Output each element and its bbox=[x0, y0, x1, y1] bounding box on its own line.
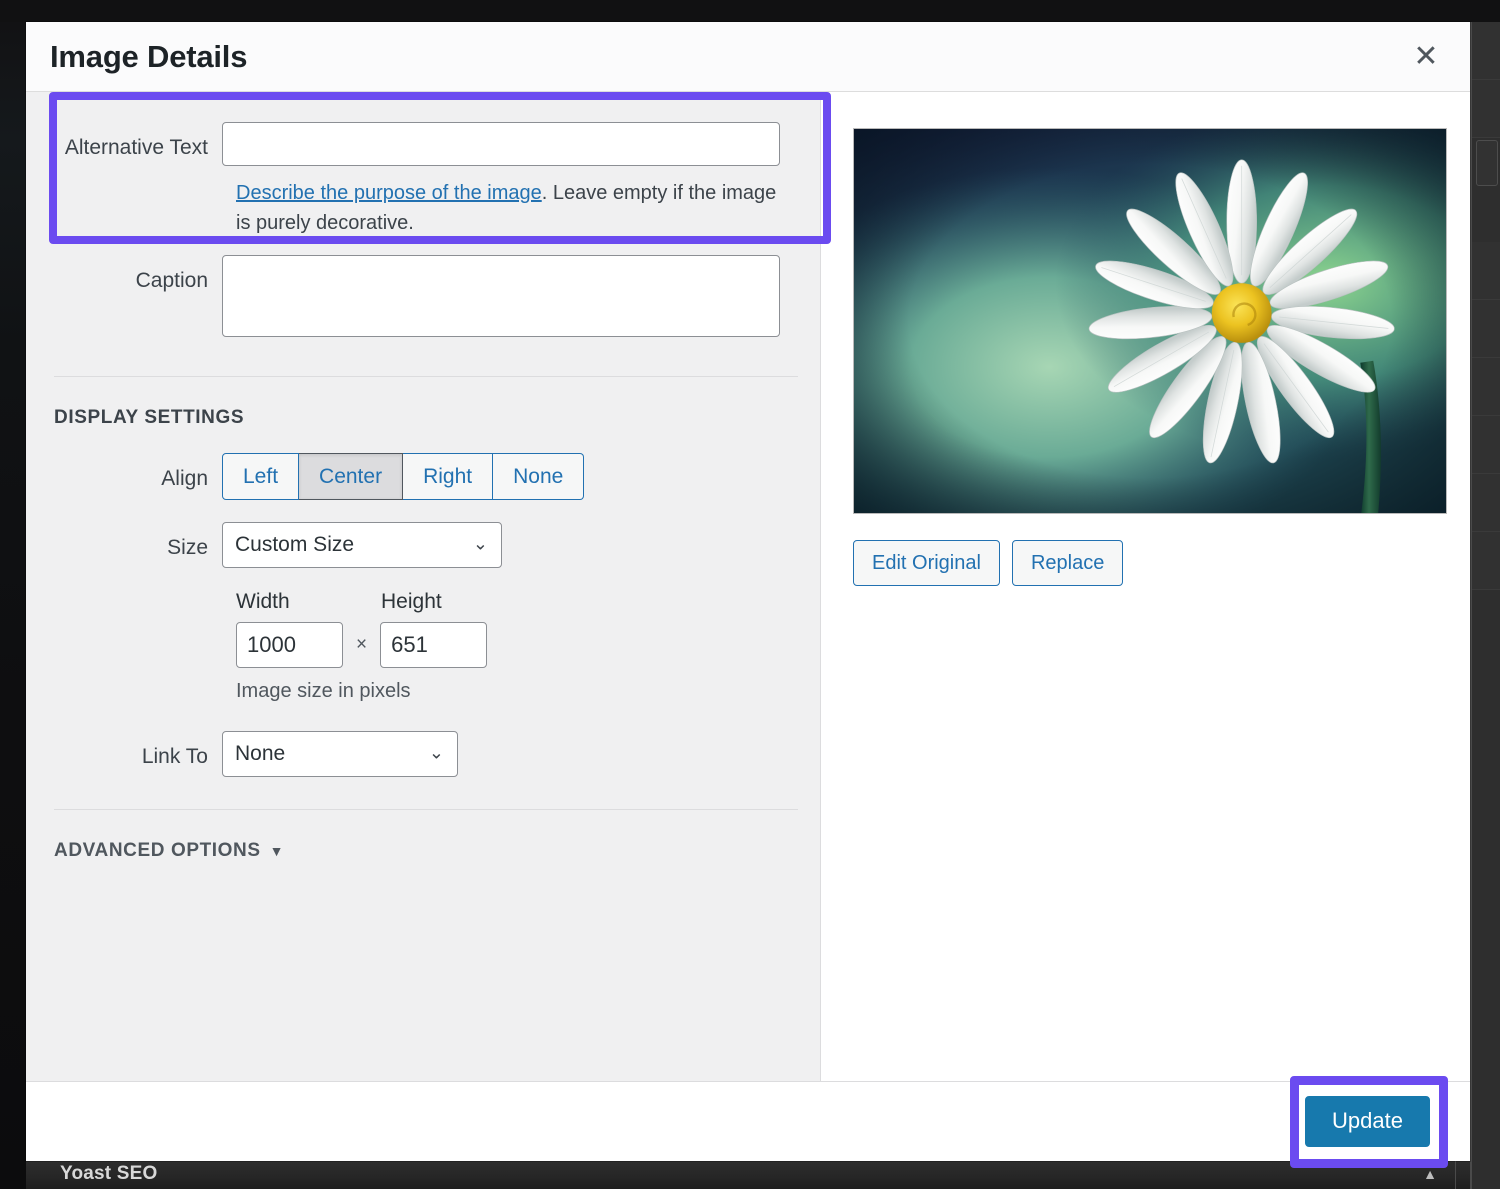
divider bbox=[54, 376, 798, 377]
edit-original-button[interactable]: Edit Original bbox=[853, 540, 1000, 586]
width-label: Width bbox=[236, 590, 381, 614]
dimensions-block: Width Height × Image size in pixels bbox=[222, 590, 820, 703]
caption-label: Caption bbox=[26, 255, 222, 294]
size-select-wrapper: Custom Size ⌄ bbox=[222, 522, 502, 568]
close-icon[interactable]: ✕ bbox=[1404, 35, 1448, 79]
backdrop-row bbox=[1472, 532, 1500, 590]
backdrop-row bbox=[1472, 358, 1500, 416]
modal-header: Image Details ✕ bbox=[26, 22, 1470, 92]
fields-group: Alternative Text Describe the purpose of… bbox=[26, 92, 820, 862]
media-pane: Edit Original Replace bbox=[821, 92, 1470, 1081]
yoast-seo-panel-title: Yoast SEO bbox=[60, 1163, 158, 1185]
alt-text-label: Alternative Text bbox=[26, 122, 222, 161]
align-option-none[interactable]: None bbox=[493, 453, 584, 500]
backdrop-row bbox=[1472, 300, 1500, 358]
page-title: Image Details bbox=[50, 39, 247, 75]
alt-text-control bbox=[222, 122, 780, 166]
backdrop-row bbox=[1472, 242, 1500, 300]
divider bbox=[1455, 1158, 1456, 1189]
advanced-options-toggle[interactable]: ADVANCED OPTIONS ▼ bbox=[54, 840, 284, 862]
size-label: Size bbox=[26, 522, 222, 561]
caption-control bbox=[222, 255, 780, 342]
daisy-center bbox=[1212, 283, 1272, 343]
size-hint-text: Image size in pixels bbox=[236, 680, 820, 703]
display-settings-rows: Align Left Center Right None Size bbox=[26, 453, 820, 777]
height-input[interactable] bbox=[380, 622, 487, 668]
align-label: Align bbox=[26, 453, 222, 492]
admin-right-column-dimmed bbox=[1470, 22, 1500, 1189]
panel-toggle-icon[interactable]: ▲ bbox=[1423, 1166, 1437, 1182]
backdrop-row bbox=[1472, 416, 1500, 474]
align-button-group: Left Center Right None bbox=[222, 453, 584, 500]
yoast-seo-panel-header[interactable]: Yoast SEO ▲ bbox=[26, 1157, 1470, 1189]
align-row: Align Left Center Right None bbox=[26, 453, 820, 500]
size-select[interactable]: Custom Size bbox=[222, 522, 502, 568]
display-settings-heading: DISPLAY SETTINGS bbox=[54, 407, 820, 429]
link-to-select-wrapper: None ⌄ bbox=[222, 731, 458, 777]
caption-textarea[interactable] bbox=[222, 255, 780, 337]
size-row: Size Custom Size ⌄ bbox=[26, 522, 820, 568]
link-to-select[interactable]: None bbox=[222, 731, 458, 777]
align-option-right[interactable]: Right bbox=[403, 453, 493, 500]
alt-text-input[interactable] bbox=[222, 122, 780, 166]
media-action-buttons: Edit Original Replace bbox=[853, 540, 1470, 586]
backdrop-row bbox=[1472, 474, 1500, 532]
link-to-row: Link To None ⌄ bbox=[26, 731, 820, 777]
modal-footer: Update bbox=[26, 1081, 1470, 1161]
advanced-options-label: ADVANCED OPTIONS bbox=[54, 840, 261, 862]
replace-button[interactable]: Replace bbox=[1012, 540, 1123, 586]
modal-body: Alternative Text Describe the purpose of… bbox=[26, 92, 1470, 1081]
image-details-modal: Image Details ✕ Alternative Text Describ… bbox=[26, 22, 1470, 1161]
align-option-center[interactable]: Center bbox=[299, 453, 403, 500]
daisy-image bbox=[854, 129, 1446, 513]
backdrop-row bbox=[1472, 80, 1500, 138]
backdrop-row bbox=[1472, 22, 1500, 80]
multiply-symbol: × bbox=[356, 634, 367, 656]
align-option-left[interactable]: Left bbox=[222, 453, 299, 500]
backdrop-box bbox=[1476, 140, 1498, 186]
link-to-label: Link To bbox=[26, 731, 222, 770]
describe-purpose-link[interactable]: Describe the purpose of the image bbox=[236, 182, 542, 204]
height-label: Height bbox=[381, 590, 442, 614]
caret-down-icon: ▼ bbox=[270, 843, 284, 859]
image-preview bbox=[853, 128, 1447, 514]
alt-text-row: Alternative Text bbox=[26, 122, 820, 166]
alt-text-help: Describe the purpose of the image. Leave… bbox=[236, 178, 794, 239]
caption-row: Caption bbox=[26, 255, 820, 342]
dimension-labels: Width Height bbox=[236, 590, 820, 614]
dimension-inputs: × bbox=[236, 622, 820, 668]
update-button[interactable]: Update bbox=[1305, 1096, 1430, 1146]
divider bbox=[54, 809, 798, 810]
width-input[interactable] bbox=[236, 622, 343, 668]
settings-pane: Alternative Text Describe the purpose of… bbox=[26, 92, 821, 1081]
admin-sidebar-dimmed bbox=[0, 22, 26, 1189]
